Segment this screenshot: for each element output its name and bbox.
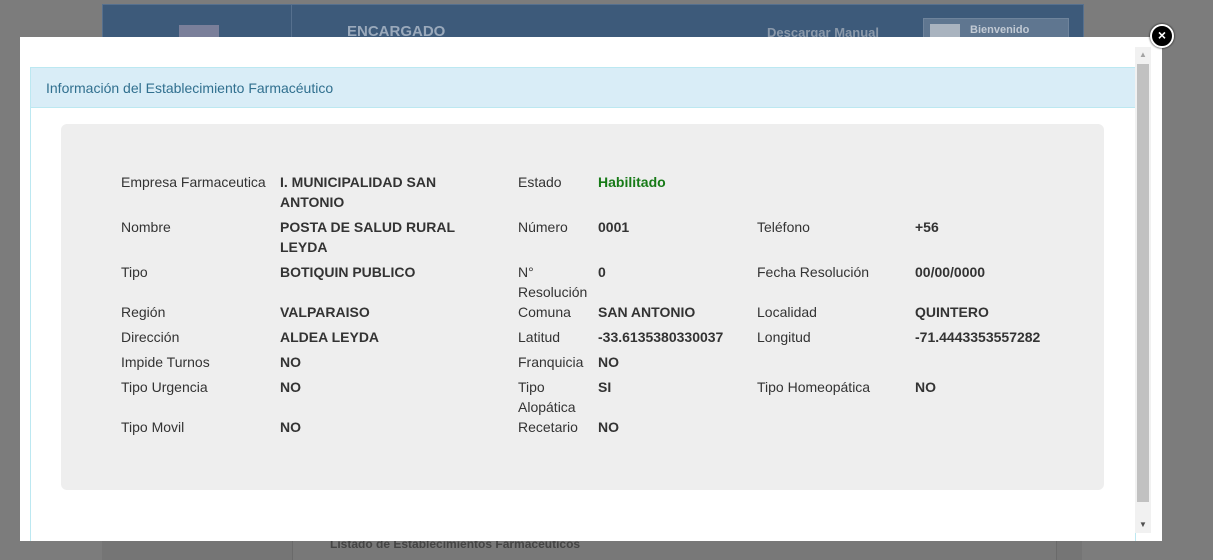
field-label: Impide Turnos [121, 354, 210, 370]
field-value: POSTA DE SALUD RURAL LEYDA [280, 219, 455, 255]
field-value: NO [280, 354, 301, 370]
field-value: QUINTERO [915, 304, 989, 320]
info-row: Tipo Movil NO Recetario NO [121, 417, 1081, 437]
field-label: Localidad [757, 304, 817, 320]
field-value: I. MUNICIPALIDAD SAN ANTONIO [280, 174, 437, 210]
field-value: -71.4443353557282 [915, 329, 1041, 345]
field-label: Latitud [518, 329, 561, 345]
field-value: NO [915, 379, 936, 395]
close-icon[interactable]: × [1150, 24, 1174, 48]
info-row: Empresa Farmaceutica I. MUNICIPALIDAD SAN… [121, 172, 1081, 212]
field-value: NO [280, 379, 301, 395]
field-label: Comuna [518, 304, 571, 320]
info-box: Empresa Farmaceutica I. MUNICIPALIDAD SAN… [61, 124, 1104, 490]
field-label: Región [121, 304, 166, 320]
field-label: Recetario [518, 419, 578, 435]
info-row: Nombre POSTA DE SALUD RURAL LEYDA Número 00… [121, 217, 1081, 257]
panel-title: Información del Establecimiento Farmacéu… [31, 68, 1135, 108]
scroll-up-icon[interactable]: ▲ [1135, 47, 1151, 63]
field-value: NO [598, 354, 619, 370]
info-row: Tipo Urgencia NO Tipo Alopática SI Tipo Home… [121, 377, 1081, 417]
field-value: SAN ANTONIO [598, 304, 696, 320]
scroll-thumb[interactable] [1137, 64, 1149, 502]
field-label: Tipo Urgencia [121, 379, 208, 395]
welcome-label: Bienvenido [970, 24, 1030, 36]
field-label: Fecha Resolución [757, 264, 870, 280]
status-badge: Habilitado [598, 174, 666, 190]
field-value: NO [280, 419, 301, 435]
field-value: 0001 [598, 219, 630, 235]
field-label: Empresa Farmaceutica [121, 174, 266, 190]
field-label: Tipo Homeopática [757, 379, 871, 395]
field-label: Tipo Movil [121, 419, 185, 435]
government-logo-icon [179, 25, 219, 37]
scroll-down-icon[interactable]: ▼ [1135, 517, 1151, 533]
field-label: Estado [518, 174, 562, 190]
field-value: BOTIQUIN PUBLICO [280, 264, 416, 280]
field-value: SI [598, 379, 612, 395]
field-value: -33.6135380330037 [598, 329, 724, 345]
info-row: Tipo BOTIQUIN PUBLICO N° Resolución 0 Fecha … [121, 262, 1081, 302]
field-value: VALPARAISO [280, 304, 370, 320]
field-label: Longitud [757, 329, 811, 345]
field-label: Dirección [121, 329, 180, 345]
info-panel: Información del Establecimiento Farmacéu… [30, 67, 1136, 541]
field-label: Teléfono [757, 219, 810, 235]
field-label: N° Resolución [518, 264, 588, 300]
field-label: Tipo [121, 264, 148, 280]
field-value: ALDEA LEYDA [280, 329, 380, 345]
field-label: Franquicia [518, 354, 584, 370]
modal-scrollbar[interactable]: ▲ ▼ [1135, 47, 1151, 533]
establishment-info-modal: Información del Establecimiento Farmacéu… [20, 37, 1162, 541]
field-value: +56 [915, 219, 939, 235]
field-value: NO [598, 419, 619, 435]
info-row: Dirección ALDEA LEYDA Latitud -33.613538033… [121, 327, 1081, 347]
field-value: 00/00/0000 [915, 264, 986, 280]
info-row: Región VALPARAISO Comuna SAN ANTONIO Localid… [121, 302, 1081, 322]
info-row: Impide Turnos NO Franquicia NO [121, 352, 1081, 372]
field-value: 0 [598, 264, 606, 280]
field-label: Nombre [121, 219, 171, 235]
field-label: Tipo Alopática [518, 379, 576, 415]
field-label: Número [518, 219, 568, 235]
